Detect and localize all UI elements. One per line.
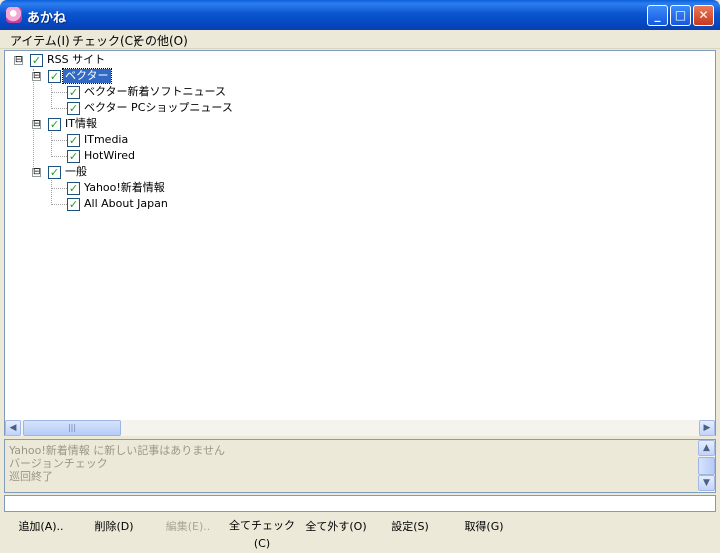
maximize-button[interactable]: □ [670,5,691,26]
status-input[interactable] [4,495,716,512]
scroll-down-icon[interactable]: ▼ [698,475,715,491]
tree-connector [51,188,67,189]
tree-label-feed[interactable]: HotWired [82,149,137,163]
tree-connector [51,140,67,141]
tree-connector [51,82,52,109]
tree-label-group[interactable]: 一般 [63,165,89,179]
checkbox-feed[interactable]: ✓ [67,182,80,195]
edit-button[interactable]: 編集(E).. [157,517,219,537]
menu-item-item[interactable]: アイテム(I) [10,32,70,49]
tree-connector [51,130,52,157]
tree-connector [51,156,67,157]
checkbox-feed[interactable]: ✓ [67,134,80,147]
collapse-icon[interactable]: ⊟ [32,72,41,81]
collapse-icon[interactable]: ⊟ [32,120,41,129]
title-bar[interactable]: あかね _ □ ✕ [0,0,720,30]
tree-connector [51,204,67,205]
log-pane: Yahoo!新着情報 に新しい記事はありません バージョンチェック 巡回終了 ▲… [4,439,716,493]
uncheck-all-button[interactable]: 全て外す(O) [302,517,370,537]
menu-bar: アイテム(I) チェック(C) その他(O) [0,30,720,49]
feed-tree[interactable]: ⊟ ✓ RSS サイト ⊟ ✓ ベクター ✓ ベクター新着ソフトニュース ✓ ベ… [4,50,716,436]
vertical-scrollbar[interactable]: ▲ ▼ [698,440,715,492]
scroll-up-icon[interactable]: ▲ [698,440,715,456]
tree-label-group[interactable]: IT情報 [63,117,99,131]
tree-label-feed[interactable]: ベクター新着ソフトニュース [82,85,228,99]
close-button[interactable]: ✕ [693,5,714,26]
tree-label-feed[interactable]: All About Japan [82,197,170,211]
scroll-thumb[interactable]: ||| [23,420,121,436]
menu-item-check[interactable]: チェック(C) [72,32,138,49]
scroll-thumb[interactable] [698,457,715,475]
tree-label-feed[interactable]: Yahoo!新着情報 [82,181,167,195]
collapse-icon[interactable]: ⊟ [14,56,23,65]
scroll-right-icon[interactable]: ▶ [699,420,715,436]
tree-label-group[interactable]: ベクター [62,68,112,84]
checkbox-feed[interactable]: ✓ [67,150,80,163]
button-bar: 追加(A).. 削除(D) 編集(E).. 全てチェック(C) 全て外す(O) … [0,514,720,550]
checkbox-feed[interactable]: ✓ [67,102,80,115]
tree-label-root[interactable]: RSS サイト [45,53,107,67]
add-button[interactable]: 追加(A).. [10,517,72,537]
fetch-button[interactable]: 取得(G) [456,517,512,537]
minimize-button[interactable]: _ [647,5,668,26]
checkbox-feed[interactable]: ✓ [67,198,80,211]
checkbox-root[interactable]: ✓ [30,54,43,67]
checkbox-group[interactable]: ✓ [48,166,61,179]
window-title: あかね [27,11,67,26]
tree-connector [51,178,52,205]
menu-item-other[interactable]: その他(O) [133,32,188,49]
log-line: 巡回終了 [9,470,53,483]
app-icon [6,7,22,23]
scroll-left-icon[interactable]: ◀ [5,420,21,436]
settings-button[interactable]: 設定(S) [382,517,438,537]
tree-connector [51,92,67,93]
tree-connector [51,108,67,109]
tree-label-feed[interactable]: ベクター PCショップニュース [82,101,235,115]
tree-label-feed[interactable]: ITmedia [82,133,130,147]
collapse-icon[interactable]: ⊟ [32,168,41,177]
delete-button[interactable]: 削除(D) [86,517,142,537]
horizontal-scrollbar[interactable]: ◀ ||| ▶ [5,420,715,436]
checkbox-group[interactable]: ✓ [48,118,61,131]
check-all-button[interactable]: 全てチェック(C) [224,517,300,550]
checkbox-feed[interactable]: ✓ [67,86,80,99]
checkbox-group[interactable]: ✓ [48,70,61,83]
